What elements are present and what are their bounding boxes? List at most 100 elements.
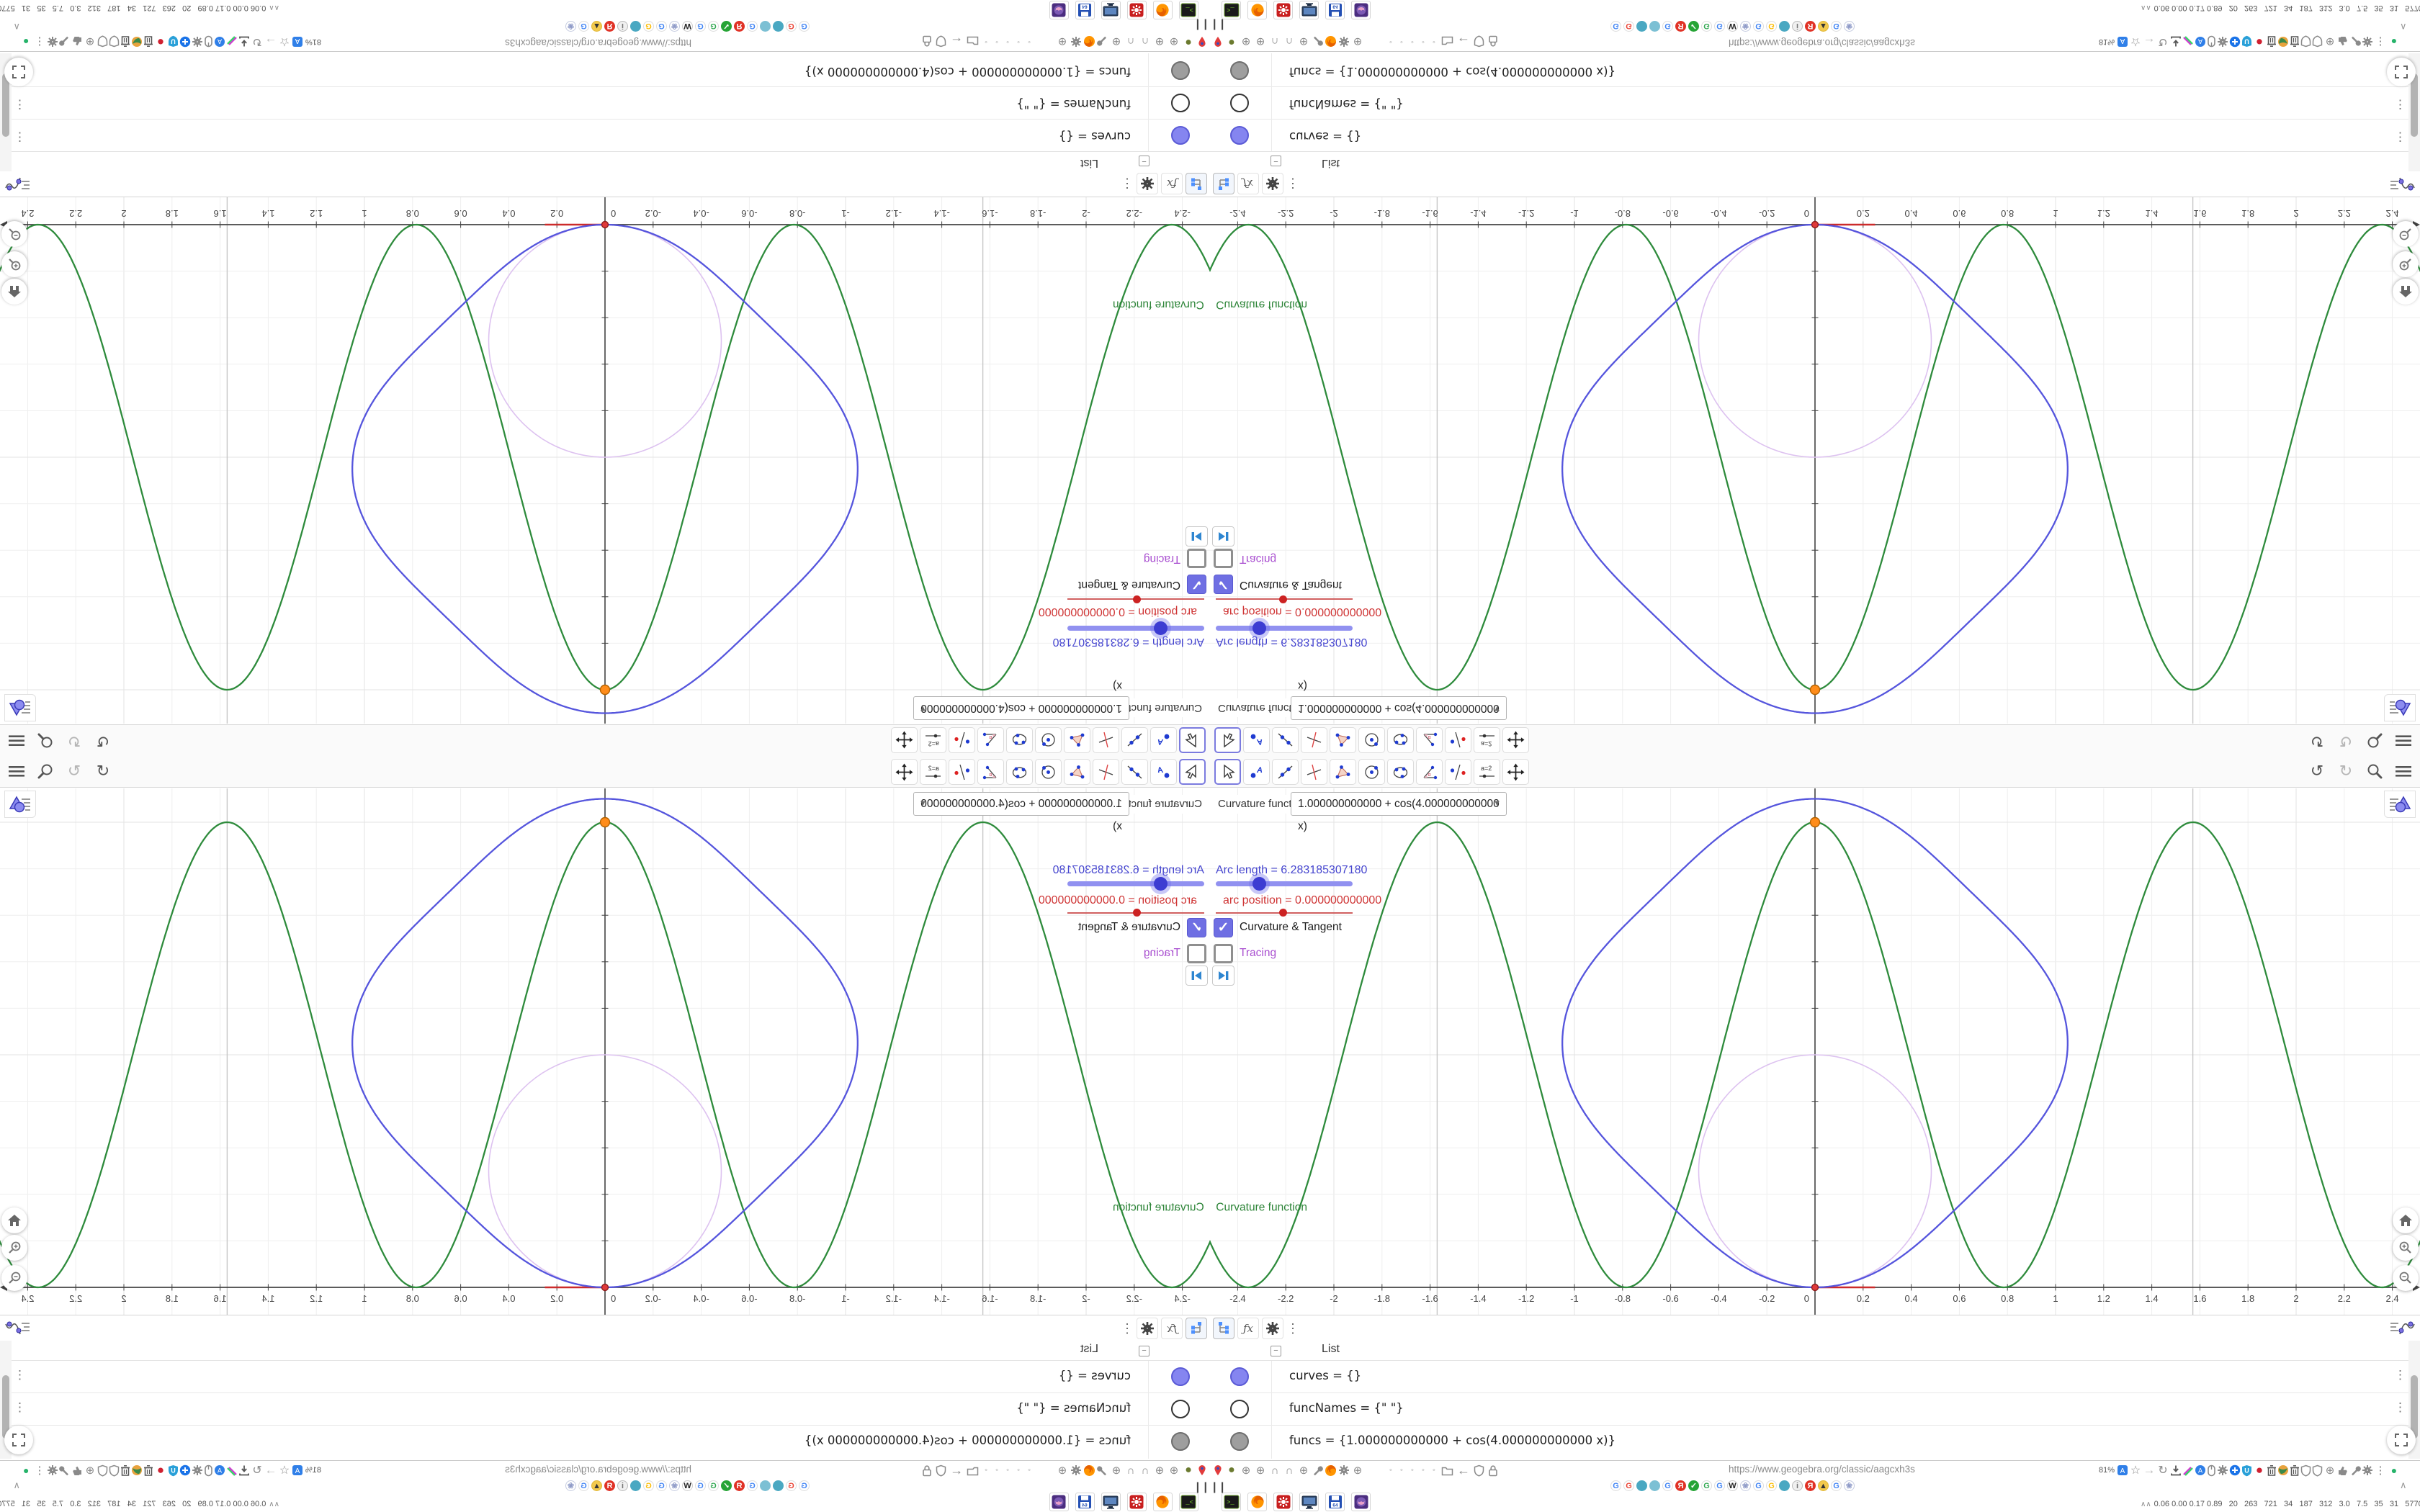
trash-icon[interactable] xyxy=(2290,1464,2300,1476)
menu-icon[interactable] xyxy=(2393,730,2414,752)
firefox-icon[interactable] xyxy=(1325,36,1337,48)
pin-extension[interactable] xyxy=(1212,36,1224,48)
home-button[interactable] xyxy=(1,1207,27,1233)
terminal-app[interactable]: >_ xyxy=(1179,1,1198,19)
kebab-icon[interactable]: ⋮ xyxy=(2394,1368,2406,1382)
lock-icon[interactable] xyxy=(1488,1464,1498,1477)
algebra-row-funcnames[interactable]: funcNames = {" "} ⋮ xyxy=(0,86,1210,119)
star-outline-icon[interactable]: ☆ xyxy=(2129,1464,2142,1477)
scrollbar-thumb[interactable] xyxy=(2411,1375,2418,1439)
curvature-tangent-checkbox[interactable]: ✓ xyxy=(1214,575,1233,594)
shield-outline-icon[interactable] xyxy=(1474,35,1484,48)
dot[interactable]: ◦ xyxy=(1015,1464,1022,1477)
curvature-tangent-checkbox[interactable]: ✓ xyxy=(1187,918,1206,937)
algebra-row-funcs[interactable]: funcs = {1.000000000000 + cos(4.00000000… xyxy=(0,54,1210,86)
gear-icon[interactable] xyxy=(1137,1318,1158,1339)
visibility-toggle[interactable] xyxy=(1230,1367,1249,1386)
globe-extension[interactable]: ⊕ xyxy=(1153,1464,1166,1477)
translate-icon[interactable]: A xyxy=(292,1464,303,1476)
favicon-google[interactable]: G xyxy=(1701,21,1712,32)
headset-extension[interactable]: ∩ xyxy=(1268,1464,1281,1477)
chevron-up-icon[interactable]: ∧ xyxy=(2400,1480,2407,1491)
kebab-icon[interactable]: ⋮ xyxy=(14,1368,26,1382)
mask-app[interactable] xyxy=(1049,1493,1069,1511)
shield-outline-icon[interactable] xyxy=(2312,35,2323,48)
kebab[interactable]: ⋮ xyxy=(2374,35,2387,48)
globe-extension[interactable]: ⊕ xyxy=(1240,35,1252,48)
visibility-toggle[interactable] xyxy=(1230,126,1249,145)
pin-extension[interactable] xyxy=(1212,1464,1224,1476)
shield-outline-icon[interactable] xyxy=(1474,1464,1484,1477)
tracing-checkbox[interactable] xyxy=(1214,944,1233,963)
visibility-toggle[interactable] xyxy=(1171,1367,1190,1386)
favicon-google[interactable]: G xyxy=(578,1480,589,1491)
shield-outline-icon[interactable] xyxy=(97,35,108,48)
tool-reflect-about-line[interactable] xyxy=(949,727,975,753)
display-app[interactable] xyxy=(1101,1493,1121,1511)
globe-colored-icon[interactable] xyxy=(2277,36,2289,48)
wrench-extension[interactable] xyxy=(59,36,71,48)
favicon-photo[interactable]: ▲ xyxy=(591,1480,602,1491)
favicon-flower[interactable]: ❀ xyxy=(1740,21,1751,32)
percent-badge[interactable]: 81% xyxy=(304,35,323,48)
tool-move-cursor[interactable] xyxy=(1214,759,1241,785)
algebra-row-curves[interactable]: curves = {} ⋮ xyxy=(0,1361,1210,1393)
function-dropdown[interactable]: 1.000000000000 + cos(4.000000000000 x) ▼ xyxy=(1291,680,1507,720)
forward-arrow-icon[interactable]: → xyxy=(264,1463,277,1477)
dot[interactable]: ◦ xyxy=(1409,1464,1416,1477)
algebra-graph-icon[interactable] xyxy=(2388,170,2416,195)
algebra-graph-icon[interactable] xyxy=(4,1317,32,1342)
tool-reflect-about-line[interactable] xyxy=(1445,759,1471,785)
tool-point-with-label[interactable]: A xyxy=(1150,727,1177,753)
arc-length-slider[interactable] xyxy=(1216,877,1353,891)
shield-outline-icon[interactable] xyxy=(2300,35,2311,48)
favicon-wikipedia[interactable]: W xyxy=(682,1480,693,1491)
arc-length-slider-handle[interactable] xyxy=(1154,621,1168,635)
trash-icon[interactable] xyxy=(143,36,153,48)
kebab-icon[interactable]: ⋮ xyxy=(14,97,26,112)
redo-icon[interactable]: ↻ xyxy=(2335,730,2357,752)
favicon-globe-teal[interactable] xyxy=(1636,1480,1647,1491)
favicon-globe-teal[interactable] xyxy=(630,21,641,32)
favicon-info[interactable]: i xyxy=(617,1480,628,1491)
shield-u-icon[interactable]: U xyxy=(168,1464,179,1477)
kebab[interactable]: ⋮ xyxy=(2374,1464,2387,1477)
gear-extension[interactable] xyxy=(192,36,203,48)
tool-polygon[interactable] xyxy=(1064,759,1090,785)
favicon-google[interactable]: G xyxy=(1610,1480,1621,1491)
tool-conic-through-points[interactable] xyxy=(1387,759,1414,785)
back-arrow-icon[interactable]: ← xyxy=(1457,1463,1470,1477)
curvature-tangent-checkbox[interactable]: ✓ xyxy=(1214,918,1233,937)
trash-icon[interactable] xyxy=(2267,1464,2277,1476)
tool-angle[interactable]: α xyxy=(977,727,1004,753)
globe-extension[interactable]: ⊕ xyxy=(1110,1464,1123,1477)
favicon-flower[interactable]: ❀ xyxy=(1844,21,1855,32)
visibility-toggle[interactable] xyxy=(1171,126,1190,145)
search-icon[interactable] xyxy=(2364,730,2385,752)
globe-extension[interactable]: ⊕ xyxy=(84,35,97,48)
favicon-info[interactable]: i xyxy=(1792,1480,1803,1491)
algebra-row-funcs[interactable]: funcs = {1.000000000000 + cos(4.00000000… xyxy=(0,1426,1210,1458)
arc-length-slider[interactable] xyxy=(1067,621,1204,635)
gear-icon[interactable] xyxy=(1262,1318,1283,1339)
lock-icon[interactable] xyxy=(922,1464,932,1477)
favicon-photo[interactable]: ▲ xyxy=(591,21,602,32)
lock-icon[interactable] xyxy=(922,36,932,48)
visibility-toggle[interactable] xyxy=(1230,1432,1249,1451)
download-icon[interactable] xyxy=(238,36,250,48)
list-header-row[interactable]: − List xyxy=(0,1341,1210,1361)
algebra-row-funcs[interactable]: funcs = {1.000000000000 + cos(4.00000000… xyxy=(1210,54,2420,86)
kebab-icon[interactable]: ⋮ xyxy=(14,1400,26,1415)
gear-extension[interactable] xyxy=(192,1464,203,1476)
favicon-yandex[interactable]: Я xyxy=(604,1480,615,1491)
algebra-style-button[interactable] xyxy=(2384,791,2416,818)
percent-badge[interactable]: 81% xyxy=(304,1464,323,1477)
home-button[interactable] xyxy=(1,279,27,305)
list-header-row[interactable]: − List xyxy=(0,151,1210,171)
tool-perpendicular-line[interactable] xyxy=(1301,759,1327,785)
visibility-toggle[interactable] xyxy=(1171,1400,1190,1418)
wrench-extension[interactable] xyxy=(2349,1464,2361,1476)
favicon-google[interactable]: G xyxy=(1831,21,1842,32)
mouse-icon[interactable] xyxy=(204,1464,213,1477)
mouse-icon[interactable] xyxy=(2207,1464,2216,1477)
